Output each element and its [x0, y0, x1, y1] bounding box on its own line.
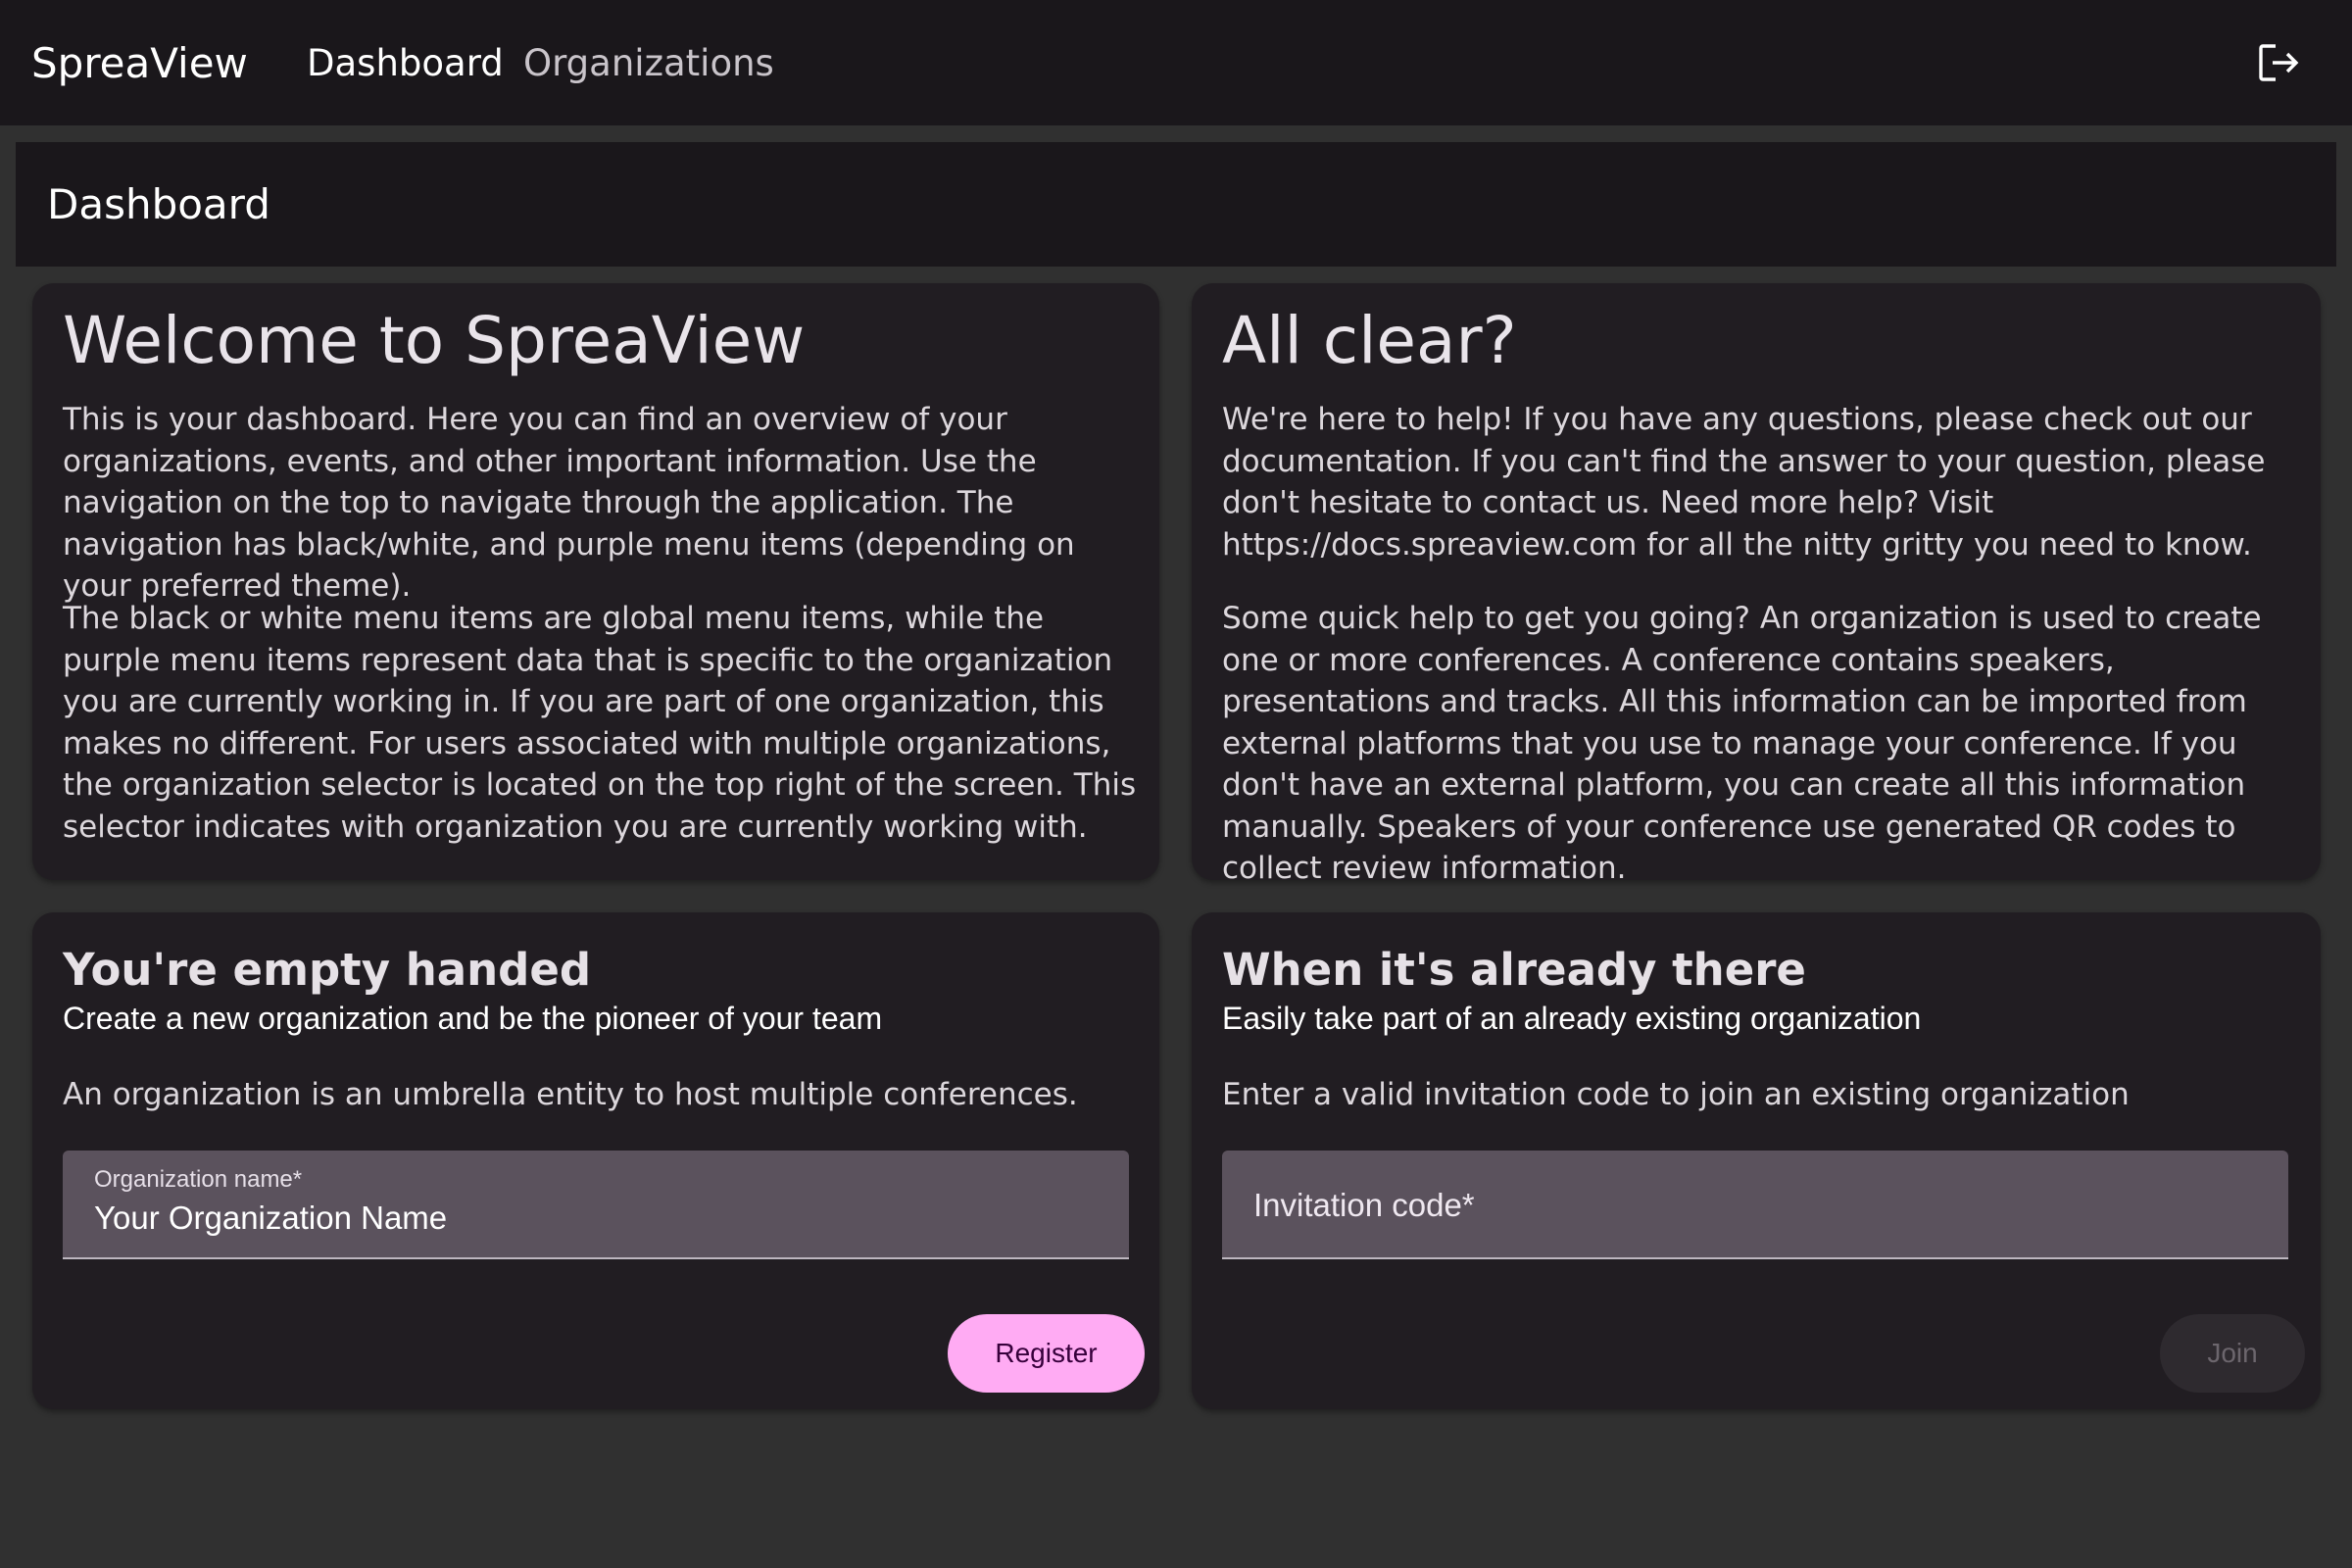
- nav-item-organizations[interactable]: Organizations: [523, 0, 774, 125]
- create-org-description: An organization is an umbrella entity to…: [63, 1077, 1078, 1112]
- invitation-code-input[interactable]: Invitation code*: [1222, 1151, 2288, 1259]
- organization-name-label: Organization name*: [94, 1166, 303, 1193]
- join-organization-card: When it's already there Easily take part…: [1192, 912, 2321, 1409]
- all-clear-title: All clear?: [1222, 303, 1517, 378]
- all-clear-card: All clear? We're here to help! If you ha…: [1192, 283, 2321, 886]
- all-clear-paragraph-1: We're here to help! If you have any ques…: [1222, 402, 2266, 563]
- all-clear-paragraph-2: Some quick help to get you going? An org…: [1222, 601, 2262, 886]
- register-button[interactable]: Register: [948, 1314, 1145, 1393]
- join-org-title: When it's already there: [1222, 944, 1806, 996]
- page-title: Dashboard: [47, 180, 270, 228]
- organization-name-input[interactable]: Organization name* Your Organization Nam…: [63, 1151, 1129, 1259]
- join-org-description: Enter a valid invitation code to join an…: [1222, 1077, 2130, 1112]
- brand-logo[interactable]: SpreaView: [31, 0, 248, 125]
- create-org-subtitle: Create a new organization and be the pio…: [63, 1001, 883, 1036]
- join-button[interactable]: Join: [2160, 1314, 2305, 1393]
- create-organization-card: You're empty handed Create a new organiz…: [32, 912, 1159, 1409]
- page-header: Dashboard: [16, 142, 2336, 267]
- logout-icon: [2259, 44, 2299, 81]
- welcome-title: Welcome to SpreaView: [63, 303, 806, 378]
- logout-button[interactable]: [2252, 35, 2307, 90]
- top-navbar: SpreaView Dashboard Organizations: [0, 0, 2352, 125]
- join-org-subtitle: Easily take part of an already existing …: [1222, 1001, 1922, 1036]
- invitation-code-label: Invitation code*: [1253, 1186, 1475, 1223]
- create-org-title: You're empty handed: [63, 944, 592, 996]
- welcome-card: Welcome to SpreaView This is your dashbo…: [32, 283, 1159, 880]
- welcome-paragraph-2: The black or white menu items are global…: [63, 601, 1137, 845]
- organization-name-value[interactable]: Your Organization Name: [94, 1200, 447, 1237]
- welcome-paragraph-1: This is your dashboard. Here you can fin…: [63, 402, 1075, 604]
- nav-item-dashboard[interactable]: Dashboard: [307, 0, 504, 125]
